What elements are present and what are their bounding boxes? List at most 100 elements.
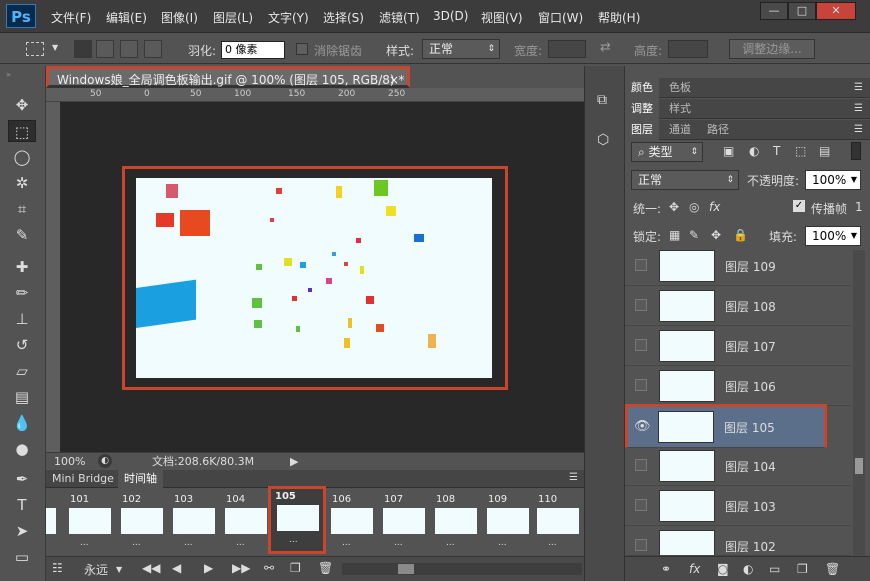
menu-file[interactable]: 文件(F) xyxy=(51,9,91,26)
fill-input[interactable]: 100% ▼ xyxy=(805,226,861,246)
subtract-selection-icon[interactable] xyxy=(120,40,138,58)
height-input[interactable] xyxy=(668,40,708,58)
delete-layer-icon[interactable]: 🗑 xyxy=(825,562,840,576)
frame-delay[interactable]: ... xyxy=(446,538,455,548)
lock-position-icon[interactable]: ✥ xyxy=(711,228,721,242)
unify-visibility-icon[interactable]: ◎ xyxy=(689,200,699,214)
layer-row[interactable]: 图层 102 xyxy=(625,526,851,556)
frame-delay[interactable]: ... xyxy=(80,538,89,548)
tween-icon[interactable]: ⚯ xyxy=(264,561,274,575)
frame-delay[interactable]: ... xyxy=(342,538,351,548)
layer-row[interactable]: 图层 103 xyxy=(625,486,851,526)
panel-menu-icon[interactable]: ☰ xyxy=(854,82,863,93)
tab-styles[interactable]: 样式 xyxy=(663,99,697,119)
frame-delay[interactable]: ... xyxy=(394,538,403,548)
3d-icon[interactable]: ⬡ xyxy=(597,132,609,148)
layer-mask-icon[interactable]: ◙ xyxy=(717,562,729,576)
visibility-toggle[interactable] xyxy=(635,259,647,271)
menu-window[interactable]: 窗口(W) xyxy=(538,9,583,26)
gradient-tool-icon[interactable]: ▤ xyxy=(8,386,36,408)
menu-layer[interactable]: 图层(L) xyxy=(213,9,253,26)
menu-filter[interactable]: 滤镜(T) xyxy=(379,9,420,26)
timeline-frame[interactable]: 101... xyxy=(66,492,116,552)
timeline-frame[interactable]: 106... xyxy=(328,492,378,552)
history-brush-tool-icon[interactable]: ↺ xyxy=(8,334,36,356)
link-layers-icon[interactable]: ⚭ xyxy=(661,562,671,576)
add-selection-icon[interactable] xyxy=(96,40,114,58)
panel-menu-icon[interactable]: ☰ xyxy=(854,103,863,114)
group-icon[interactable]: ▭ xyxy=(769,562,780,576)
document-canvas[interactable] xyxy=(136,178,492,378)
brush-tool-icon[interactable]: ✏ xyxy=(8,282,36,304)
layer-style-icon[interactable]: fx xyxy=(689,562,700,576)
panel-menu-icon[interactable]: ☰ xyxy=(854,124,863,135)
canvas-area[interactable] xyxy=(60,102,584,452)
layer-row[interactable]: 图层 106 xyxy=(625,366,851,406)
adjustment-layer-icon[interactable]: ◐ xyxy=(743,562,753,576)
panel-menu-icon[interactable]: ☰ xyxy=(569,472,578,483)
filter-shape-icon[interactable]: ⬚ xyxy=(795,144,806,158)
frame-delay[interactable]: ... xyxy=(548,538,557,548)
minimize-button[interactable]: — xyxy=(760,2,788,20)
tab-layers[interactable]: 图层 xyxy=(625,120,659,140)
lock-transparent-icon[interactable]: ▦ xyxy=(669,228,680,242)
delete-frame-icon[interactable]: 🗑 xyxy=(318,561,333,575)
blur-tool-icon[interactable]: 💧 xyxy=(8,412,36,434)
frame-delay[interactable]: ... xyxy=(498,538,507,548)
frame-delay[interactable]: ... xyxy=(132,538,141,548)
layer-row[interactable]: 图层 108 xyxy=(625,286,851,326)
magic-wand-tool-icon[interactable]: ✲ xyxy=(8,172,36,194)
filter-type-icon[interactable]: T xyxy=(773,144,780,158)
layer-row[interactable]: 图层 109 xyxy=(625,246,851,286)
width-input[interactable] xyxy=(548,40,586,58)
eye-icon[interactable]: 👁 xyxy=(634,419,651,434)
tab-color[interactable]: 颜色 xyxy=(625,78,659,98)
first-frame-icon[interactable]: ◀◀ xyxy=(142,561,160,575)
frame-delay[interactable]: ... xyxy=(289,535,298,545)
layer-row-selected[interactable]: 👁 图层 105 xyxy=(625,404,827,448)
zoom-level[interactable]: 100% xyxy=(54,454,85,470)
clone-stamp-tool-icon[interactable]: ⊥ xyxy=(8,308,36,330)
path-selection-tool-icon[interactable]: ➤ xyxy=(8,520,36,542)
menu-edit[interactable]: 编辑(E) xyxy=(106,9,147,26)
lasso-tool-icon[interactable]: ◯ xyxy=(8,146,36,168)
timeline-frame[interactable]: 102... xyxy=(118,492,168,552)
swap-icon[interactable]: ⇄ xyxy=(600,40,611,55)
lock-all-icon[interactable]: 🔒 xyxy=(733,228,748,242)
status-icon[interactable]: ◐ xyxy=(98,454,112,468)
marquee-preset-icon[interactable] xyxy=(26,42,44,56)
menu-select[interactable]: 选择(S) xyxy=(323,9,364,26)
tab-swatches[interactable]: 色板 xyxy=(663,78,697,98)
menu-image[interactable]: 图像(I) xyxy=(161,9,198,26)
timeline-frame[interactable]: 107... xyxy=(380,492,430,552)
filter-toggle[interactable] xyxy=(851,142,861,160)
refine-edge-button[interactable]: 调整边缘... xyxy=(729,39,815,59)
lock-paint-icon[interactable]: ✎ xyxy=(689,228,699,242)
collapse-icon[interactable]: » xyxy=(6,70,11,79)
filter-adjust-icon[interactable]: ◐ xyxy=(749,144,759,158)
move-tool-icon[interactable]: ✥ xyxy=(8,94,36,116)
timeline-frame[interactable]: 110... xyxy=(534,492,584,552)
status-arrow-icon[interactable]: ▶ xyxy=(290,454,298,470)
eraser-tool-icon[interactable]: ▱ xyxy=(8,360,36,382)
maximize-button[interactable]: □ xyxy=(788,2,816,20)
menu-3d[interactable]: 3D(D) xyxy=(433,9,468,23)
type-tool-icon[interactable]: T xyxy=(8,494,36,516)
healing-brush-tool-icon[interactable]: ✚ xyxy=(8,256,36,278)
loop-select[interactable]: 永远 xyxy=(84,561,108,578)
layer-filter-select[interactable]: ⌕ 类型 ⇕ xyxy=(631,142,703,162)
timeline-frame[interactable]: 108... xyxy=(432,492,482,552)
timeline-frame[interactable]: 109... xyxy=(484,492,534,552)
timeline-mode-icon[interactable]: ☷ xyxy=(52,561,63,575)
tab-paths[interactable]: 路径 xyxy=(701,120,735,140)
visibility-toggle[interactable] xyxy=(635,499,647,511)
blend-mode-select[interactable]: 正常 ⇕ xyxy=(631,170,739,190)
visibility-toggle[interactable] xyxy=(635,339,647,351)
filter-smart-icon[interactable]: ▤ xyxy=(819,144,830,158)
visibility-toggle[interactable] xyxy=(635,379,647,391)
intersect-selection-icon[interactable] xyxy=(144,40,162,58)
tab-mini-bridge[interactable]: Mini Bridge xyxy=(46,470,120,488)
new-layer-icon[interactable]: ❐ xyxy=(797,562,808,576)
tab-adjustments[interactable]: 调整 xyxy=(625,99,659,119)
unify-style-icon[interactable]: fx xyxy=(709,200,720,214)
